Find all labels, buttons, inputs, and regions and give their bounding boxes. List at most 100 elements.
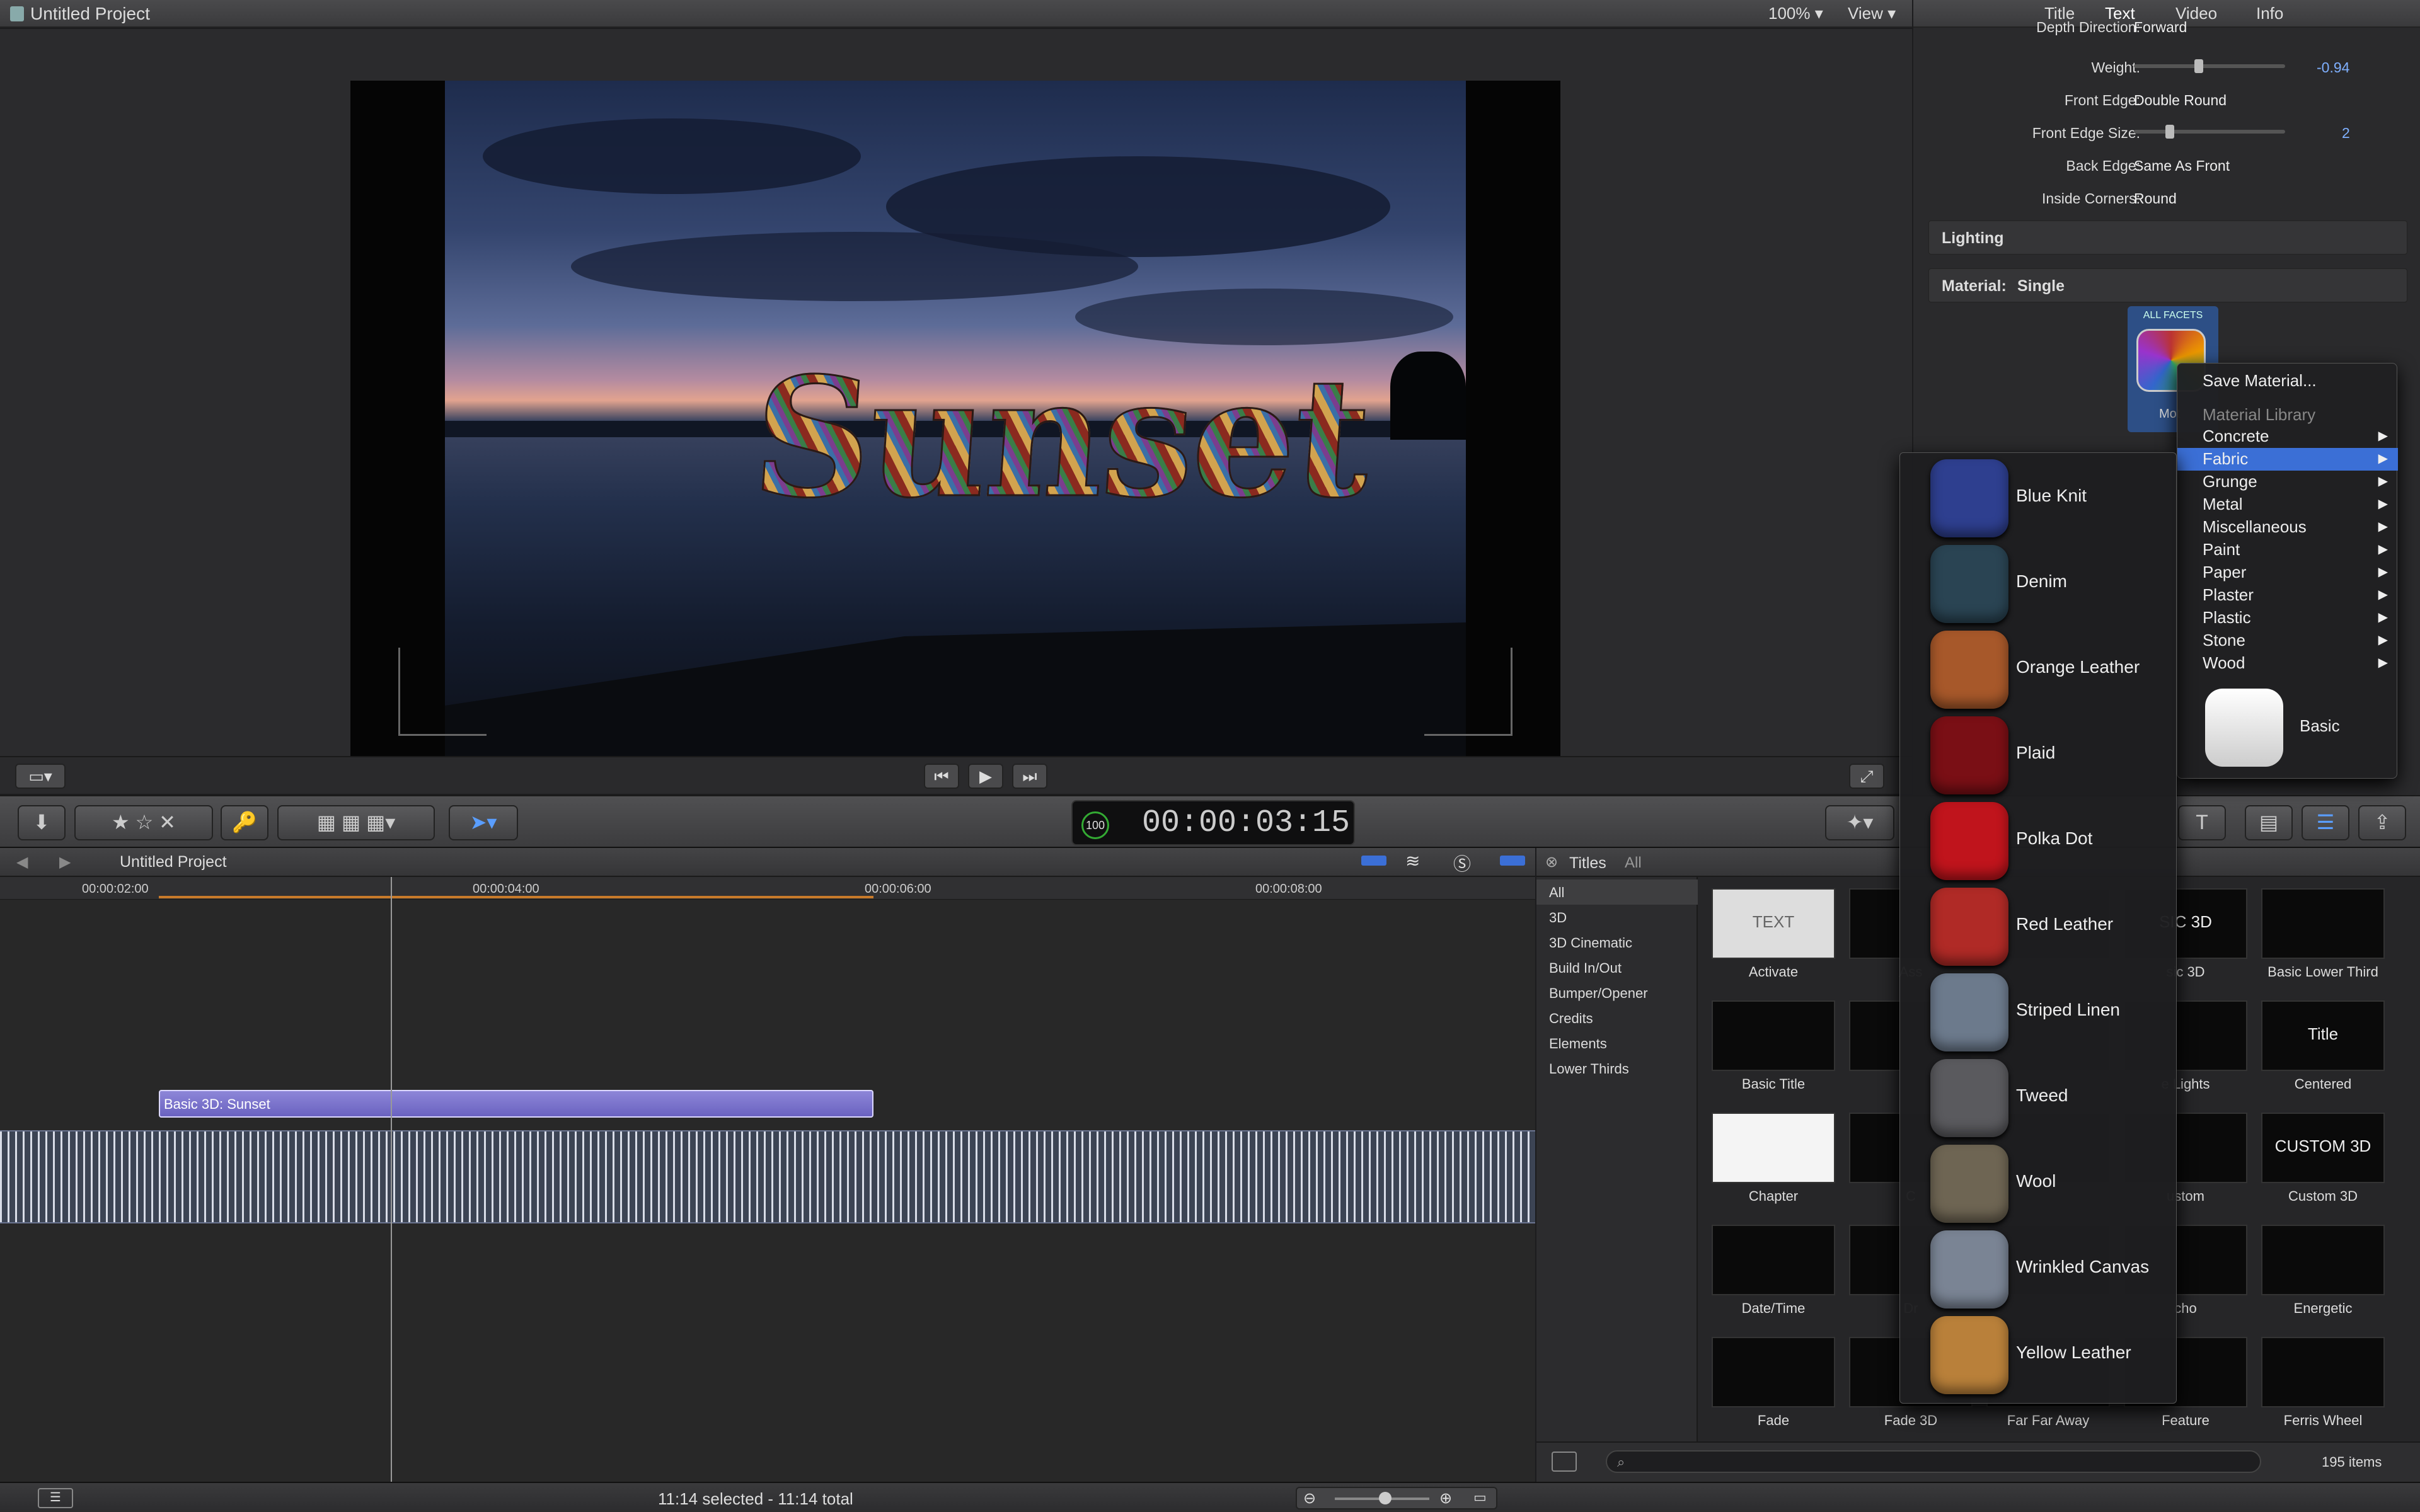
category-list: All 3D 3D Cinematic Build In/Out Bumper/Open… xyxy=(1536,877,1698,1441)
playhead[interactable] xyxy=(391,877,392,1482)
edit-buttons[interactable]: ▦ ▦ ▦▾ xyxy=(277,805,435,840)
fabric-item[interactable]: Orange Leather xyxy=(1900,624,2177,710)
themes-button[interactable]: ▤ xyxy=(2245,805,2293,840)
material-category-paper[interactable]: Paper ▶ xyxy=(2177,561,2398,584)
import-button[interactable]: ⬇ xyxy=(18,805,66,840)
inside-corners-value[interactable]: Round xyxy=(2134,190,2177,207)
sunset-3d-title[interactable]: Sunset xyxy=(746,341,1375,536)
fabric-item[interactable]: Red Leather xyxy=(1900,881,2177,967)
zoom-slider[interactable]: ⊖ ⊕ ▭ xyxy=(1296,1487,1497,1509)
front-edge-size-knob[interactable] xyxy=(2165,125,2174,139)
category-item[interactable]: Elements xyxy=(1536,1031,1698,1056)
solo-icon[interactable]: Ⓢ xyxy=(1453,850,1471,876)
fabric-name: Wrinkled Canvas xyxy=(2016,1257,2150,1276)
view-menu[interactable]: View ▾ xyxy=(1848,4,1896,23)
back-edge-value[interactable]: Same As Front xyxy=(2134,158,2230,175)
viewer-canvas[interactable]: Sunset xyxy=(350,81,1560,761)
title-thumbnail[interactable]: CUSTOM 3D xyxy=(2261,1113,2385,1183)
enhance-button[interactable]: ✦▾ xyxy=(1825,805,1894,840)
title-thumbnail[interactable] xyxy=(2261,888,2385,959)
basic-material-swatch[interactable] xyxy=(2205,689,2283,767)
history-forward-icon[interactable]: ▶ xyxy=(59,853,71,871)
project-icon xyxy=(10,6,24,21)
sidebar-toggle-icon[interactable] xyxy=(1552,1452,1577,1472)
weight-slider[interactable] xyxy=(2134,59,2285,73)
close-icon[interactable]: ⊗ xyxy=(1545,853,1558,871)
fabric-item[interactable]: Yellow Leather xyxy=(1900,1310,2177,1395)
fabric-item[interactable]: Polka Dot xyxy=(1900,796,2177,881)
fabric-item[interactable]: Tweed xyxy=(1900,1053,2177,1138)
zoom-in-icon[interactable]: ⊕ xyxy=(1439,1489,1452,1508)
text-browser-button[interactable]: T xyxy=(2178,805,2226,840)
clip-height-icon[interactable]: ▭ xyxy=(1473,1489,1487,1506)
play-button[interactable]: ▶ xyxy=(968,764,1003,789)
weight-slider-knob[interactable] xyxy=(2194,59,2203,73)
title-thumbnail[interactable] xyxy=(1712,1000,1835,1071)
submenu-arrow-icon: ▶ xyxy=(2378,429,2388,443)
zoom-menu[interactable]: 100% ▾ xyxy=(1768,4,1823,23)
fabric-item[interactable]: Striped Linen xyxy=(1900,967,2177,1053)
category-item[interactable]: Build In/Out xyxy=(1536,955,1698,980)
material-category-concrete[interactable]: Concrete ▶ xyxy=(2177,425,2398,448)
material-category-plaster[interactable]: Plaster ▶ xyxy=(2177,584,2398,607)
title-thumbnail[interactable] xyxy=(1712,1337,1835,1407)
weight-value[interactable]: -0.94 xyxy=(2317,59,2349,76)
zoom-out-icon[interactable]: ⊖ xyxy=(1303,1489,1316,1508)
previous-frame-button[interactable]: ⏮ xyxy=(924,764,959,789)
category-item[interactable]: 3D Cinematic xyxy=(1536,930,1698,955)
fabric-item[interactable]: Denim xyxy=(1900,539,2177,624)
fullscreen-button[interactable]: ⤢ xyxy=(1849,764,1884,789)
inspector-button[interactable]: ☰ xyxy=(2302,805,2349,840)
category-item[interactable]: Bumper/Opener xyxy=(1536,980,1698,1005)
title-thumbnail[interactable] xyxy=(2261,1225,2385,1295)
category-item[interactable]: 3D xyxy=(1536,905,1698,930)
keyword-button[interactable]: 🔑 xyxy=(221,805,268,840)
title-clip[interactable]: Basic 3D: Sunset xyxy=(159,1090,873,1118)
rating-buttons[interactable]: ★ ☆ ✕ xyxy=(74,805,213,840)
search-input[interactable]: ⌕ xyxy=(1606,1450,2261,1473)
front-edge-size-value[interactable]: 2 xyxy=(2342,125,2350,142)
front-edge-size-slider[interactable] xyxy=(2134,125,2285,139)
title-thumbnail[interactable] xyxy=(2261,1337,2385,1407)
front-edge-value[interactable]: Double Round xyxy=(2134,92,2227,109)
share-button[interactable]: ⇪ xyxy=(2358,805,2406,840)
category-item[interactable]: All xyxy=(1536,879,1698,905)
depth-direction-value[interactable]: Forward xyxy=(2134,19,2187,36)
title-thumbnail[interactable] xyxy=(1712,1113,1835,1183)
fabric-item[interactable]: Wrinkled Canvas xyxy=(1900,1224,2177,1310)
fabric-item[interactable]: Wool xyxy=(1900,1138,2177,1224)
material-category-stone[interactable]: Stone ▶ xyxy=(2177,629,2398,652)
history-back-icon[interactable]: ◀ xyxy=(16,853,28,871)
title-thumbnail[interactable] xyxy=(1712,1225,1835,1295)
title-thumbnail[interactable]: Title xyxy=(2261,1000,2385,1071)
category-item[interactable]: Lower Thirds xyxy=(1536,1056,1698,1081)
zoom-slider-knob[interactable] xyxy=(1379,1492,1392,1504)
lighting-section[interactable]: Lighting xyxy=(1928,220,2407,255)
material-category-grunge[interactable]: Grunge ▶ xyxy=(2177,471,2398,493)
category-item[interactable]: Credits xyxy=(1536,1005,1698,1031)
material-category-plastic[interactable]: Plastic ▶ xyxy=(2177,607,2398,629)
material-category-miscellaneous[interactable]: Miscellaneous ▶ xyxy=(2177,516,2398,539)
material-category-wood[interactable]: Wood ▶ xyxy=(2177,652,2398,675)
fabric-name: Denim xyxy=(2016,571,2067,591)
fabric-item[interactable]: Plaid xyxy=(1900,710,2177,796)
material-category-fabric[interactable]: Fabric ▶ xyxy=(2177,448,2398,471)
select-tool-button[interactable]: ➤▾ xyxy=(449,805,518,840)
background-tasks-indicator[interactable]: 100 xyxy=(1081,811,1109,839)
audio-clip[interactable] xyxy=(0,1130,1535,1223)
timecode-display[interactable]: 100 00:00:03:15 xyxy=(1071,800,1355,845)
browser-filter[interactable]: All xyxy=(1625,854,1642,872)
material-category-paint[interactable]: Paint ▶ xyxy=(2177,539,2398,561)
audio-skimming-icon[interactable]: ≋ xyxy=(1405,850,1420,871)
material-value[interactable]: Single xyxy=(2017,277,2065,295)
clip-appearance-icon[interactable] xyxy=(1361,856,1386,866)
title-thumbnail[interactable]: TEXT xyxy=(1712,888,1835,959)
timeline-ruler[interactable]: 00:00:02:00 00:00:04:00 00:00:06:00 00:0… xyxy=(0,877,1535,900)
snapping-icon[interactable] xyxy=(1500,856,1525,866)
fabric-item[interactable]: Blue Knit xyxy=(1900,453,2177,539)
save-material-item[interactable]: Save Material... xyxy=(2177,370,2398,392)
material-category-metal[interactable]: Metal ▶ xyxy=(2177,493,2398,516)
view-options-button[interactable]: ▭▾ xyxy=(15,764,66,789)
timeline-index-button[interactable]: ☰ xyxy=(38,1488,73,1508)
next-frame-button[interactable]: ⏭ xyxy=(1012,764,1047,789)
